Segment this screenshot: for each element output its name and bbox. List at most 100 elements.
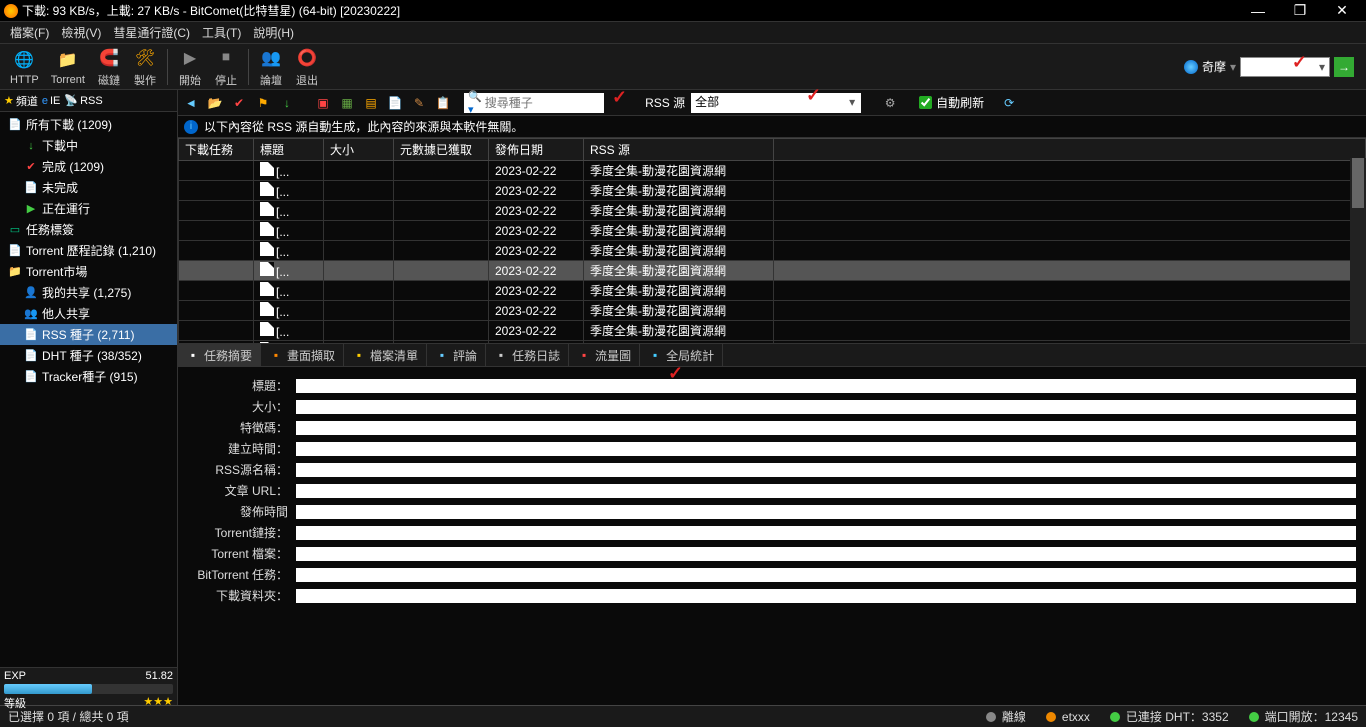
column-header[interactable]: 下載任務 <box>179 139 254 161</box>
down-arrow-icon[interactable]: ↓ <box>278 94 296 112</box>
menu-item[interactable]: 檔案(F) <box>4 24 55 41</box>
task-summary-panel: ✓ 標題：大小：特徵碼：建立時間：RSS源名稱：文章 URL：發佈時間Torre… <box>178 367 1366 705</box>
vertical-scrollbar[interactable] <box>1350 158 1366 343</box>
bottom-tab-評論[interactable]: ▪評論 <box>427 344 486 366</box>
exp-value: 51.82 <box>145 670 173 682</box>
main-toolbar: 🌐HTTP📁Torrent🧲磁鏈🛠製作▶開始⏹停止👥論壇⭕退出 奇摩 ▾ ✓ → <box>0 44 1366 90</box>
tree-item[interactable]: 📄Torrent 歷程記錄 (1,210) <box>0 240 177 261</box>
table-row[interactable]: [...2023-02-22季度全集-動漫花園資源網 <box>179 321 1366 341</box>
search-input[interactable] <box>485 96 600 110</box>
bottom-tab-任務日誌[interactable]: ▪任務日誌 <box>486 344 569 366</box>
search-engine-combo[interactable]: ✓ <box>1240 57 1330 77</box>
sidebar-tab-RSS[interactable]: 📡RSS <box>64 94 102 107</box>
exp-bar <box>4 684 173 694</box>
tree-item[interactable]: 📁Torrent市場 <box>0 261 177 282</box>
close-button[interactable]: ✕ <box>1322 1 1362 21</box>
search-box[interactable]: 🔍▾ <box>464 93 604 113</box>
status-port-dot <box>1249 712 1259 722</box>
bottom-tabs: ▪任務摘要▪畫面擷取▪檔案清單▪評論▪任務日誌▪流量圖▪全局統計 <box>178 343 1366 367</box>
doc-icon[interactable]: 📄 <box>386 94 404 112</box>
picture-icon[interactable]: ▦ <box>338 94 356 112</box>
toolbar-論壇[interactable]: 👥論壇 <box>253 44 289 90</box>
menu-item[interactable]: 說明(H) <box>247 24 300 41</box>
toolbar-停止[interactable]: ⏹停止 <box>208 44 244 90</box>
column-header[interactable]: 元數據已獲取 <box>394 139 489 161</box>
toolbar-磁鏈[interactable]: 🧲磁鏈 <box>91 44 127 90</box>
menu-item[interactable]: 彗星通行證(C) <box>107 24 196 41</box>
table-row[interactable]: [...2023-02-22季度全集-動漫花園資源網 <box>179 261 1366 281</box>
tree-item[interactable]: ▶正在運行 <box>0 198 177 219</box>
tree-item[interactable]: 📄RSS 種子 (2,711) <box>0 324 177 345</box>
toolbar-退出[interactable]: ⭕退出 <box>289 44 325 90</box>
minimize-button[interactable]: — <box>1238 1 1278 21</box>
tree-item[interactable]: ↓下載中 <box>0 135 177 156</box>
gear-icon[interactable]: ⚙ <box>881 94 899 112</box>
sidebar-tab-IE[interactable]: eIE <box>42 95 61 107</box>
table-row[interactable]: [...2023-02-22季度全集-動漫花園資源網 <box>179 281 1366 301</box>
menubar: 檔案(F)檢視(V)彗星通行證(C)工具(T)說明(H) <box>0 22 1366 44</box>
info-icon: i <box>184 120 198 134</box>
bottom-tab-任務摘要[interactable]: ▪任務摘要 <box>178 344 261 366</box>
list-icon[interactable]: ▤ <box>362 94 380 112</box>
detail-row: Torrent 檔案： <box>188 545 1356 562</box>
open-folder-icon[interactable]: 📂 <box>206 94 224 112</box>
detail-row: 發佈時間 <box>188 503 1356 520</box>
toolbar-Torrent[interactable]: 📁Torrent <box>45 46 91 88</box>
status-dht: 已連接 DHT：3352 <box>1126 708 1229 725</box>
table-row[interactable]: [...2023-02-22季度全集-動漫花園資源網 <box>179 301 1366 321</box>
detail-row: 大小： <box>188 398 1356 415</box>
content-area: ◄ 📂 ✔ ⚑ ↓ ▣ ▦ ▤ 📄 ✎ 📋 🔍▾ ✓ RSS 源 全部 ✓ ⚙ <box>178 90 1366 705</box>
maximize-button[interactable]: ❐ <box>1280 1 1320 21</box>
status-offline-dot <box>986 712 996 722</box>
go-button[interactable]: → <box>1334 57 1354 77</box>
detail-row: 下載資料夾： <box>188 587 1356 604</box>
toolbar-開始[interactable]: ▶開始 <box>172 44 208 90</box>
status-selection: 已選擇 0 項 / 總共 0 項 <box>8 708 129 725</box>
bottom-tab-全局統計[interactable]: ▪全局統計 <box>640 344 723 366</box>
tree-item[interactable]: ▭任務標簽 <box>0 219 177 240</box>
detail-row: 特徵碼： <box>188 419 1356 436</box>
check-icon[interactable]: ✔ <box>230 94 248 112</box>
column-header[interactable]: RSS 源 <box>584 139 774 161</box>
bottom-tab-畫面擷取[interactable]: ▪畫面擷取 <box>261 344 344 366</box>
rss-table: 下載任務標題大小元數據已獲取發佈日期RSS 源[...2023-02-22季度全… <box>178 138 1366 343</box>
menu-item[interactable]: 檢視(V) <box>55 24 107 41</box>
column-header[interactable]: 標題 <box>254 139 324 161</box>
tree-item[interactable]: 📄所有下載 (1209) <box>0 114 177 135</box>
table-row[interactable]: [...2023-02-22季度全集-動漫花園資源網 <box>179 161 1366 181</box>
tree-item[interactable]: 📄未完成 <box>0 177 177 198</box>
tree-item[interactable]: 👥他人共享 <box>0 303 177 324</box>
bottom-tab-檔案清單[interactable]: ▪檔案清單 <box>344 344 427 366</box>
detail-row: BitTorrent 任務： <box>188 566 1356 583</box>
tree-item[interactable]: 📄Tracker種子 (915) <box>0 366 177 387</box>
refresh-icon[interactable]: ⟳ <box>1000 94 1018 112</box>
table-row[interactable]: [...2023-02-22季度全集-動漫花園資源網 <box>179 181 1366 201</box>
column-header[interactable]: 發佈日期 <box>489 139 584 161</box>
sidebar-tab-頻道[interactable]: ★頻道 <box>4 93 38 109</box>
nav-back-icon[interactable]: ◄ <box>182 94 200 112</box>
column-header[interactable]: 大小 <box>324 139 394 161</box>
tree-item[interactable]: ✔完成 (1209) <box>0 156 177 177</box>
bottom-tab-流量圖[interactable]: ▪流量圖 <box>569 344 640 366</box>
toolbar-製作[interactable]: 🛠製作 <box>127 44 163 90</box>
copy-icon[interactable]: 📋 <box>434 94 452 112</box>
search-icon: 🔍▾ <box>468 90 485 116</box>
table-row[interactable]: [...2023-02-22季度全集-動漫花園資源網 <box>179 241 1366 261</box>
title-text: 下載: 93 KB/s，上載: 27 KB/s - BitComet(比特彗星)… <box>22 2 1238 19</box>
tree-item[interactable]: 👤我的共享 (1,275) <box>0 282 177 303</box>
auto-refresh-checkbox[interactable]: 自動刷新 <box>919 94 984 111</box>
rank-stars: ★★★ <box>143 695 173 711</box>
table-row[interactable]: [...2023-02-22季度全集-動漫花園資源網 <box>179 341 1366 344</box>
edit-icon[interactable]: ✎ <box>410 94 428 112</box>
app-icon <box>4 4 18 18</box>
info-row: i 以下內容從 RSS 源自動生成，此內容的來源與本軟件無關。 <box>178 116 1366 138</box>
toolbar-HTTP[interactable]: 🌐HTTP <box>4 46 45 88</box>
table-row[interactable]: [...2023-02-22季度全集-動漫花園資源網 <box>179 201 1366 221</box>
stop-icon[interactable]: ▣ <box>314 94 332 112</box>
flag-icon[interactable]: ⚑ <box>254 94 272 112</box>
tree-item[interactable]: 📄DHT 種子 (38/352) <box>0 345 177 366</box>
status-port: 端口開放：12345 <box>1265 708 1358 725</box>
menu-item[interactable]: 工具(T) <box>196 24 247 41</box>
rss-source-combo[interactable]: 全部 ✓ <box>691 93 861 113</box>
table-row[interactable]: [...2023-02-22季度全集-動漫花園資源網 <box>179 221 1366 241</box>
